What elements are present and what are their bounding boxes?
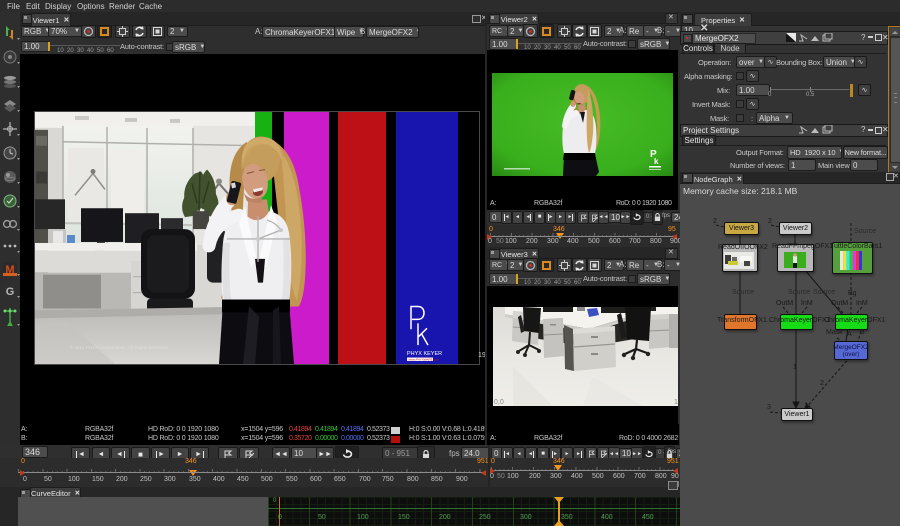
svg-text:1: 1: [674, 399, 678, 406]
svg-text:0,0: 0,0: [494, 399, 504, 406]
svg-text:k: k: [654, 157, 659, 166]
svg-text:www.PHYXWARE.com: www.PHYXWARE.com: [409, 358, 440, 362]
svg-text:G: G: [6, 286, 15, 298]
svg-text:PHYX KEYER: PHYX KEYER: [407, 351, 442, 357]
svg-text:© 2012 PHYX Incorporated. All: © 2012 PHYX Incorporated. All Rights Res…: [70, 344, 169, 350]
svg-text:M: M: [5, 264, 14, 276]
